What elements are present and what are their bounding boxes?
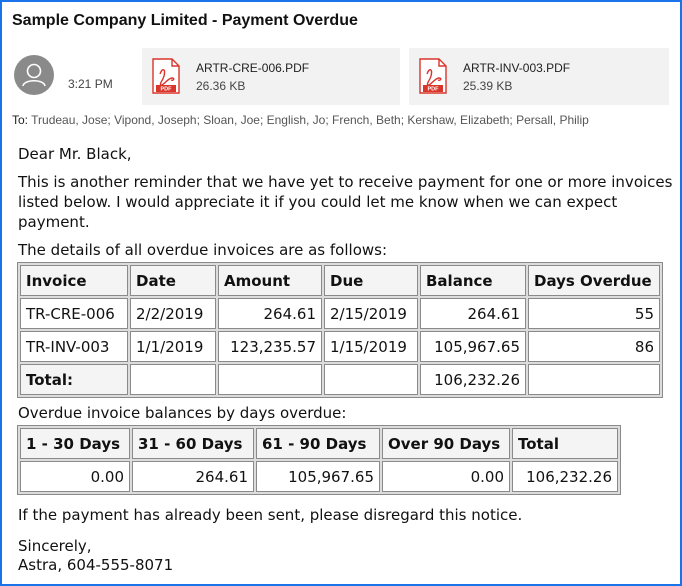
table-cell xyxy=(130,364,216,395)
column-header: Date xyxy=(130,265,216,296)
table-row: TR-INV-003 1/1/2019 123,235.57 1/15/2019… xyxy=(20,331,660,362)
table-row: 0.00 264.61 105,967.65 0.00 106,232.26 xyxy=(20,461,618,492)
table-total-row: Total: 106,232.26 xyxy=(20,364,660,395)
column-header: Days Overdue xyxy=(528,265,660,296)
avatar[interactable] xyxy=(14,55,54,95)
table-cell: 123,235.57 xyxy=(218,331,322,362)
table-cell xyxy=(324,364,418,395)
table-cell: 2/2/2019 xyxy=(130,298,216,329)
invoice-table: Invoice Date Amount Due Balance Days Ove… xyxy=(17,262,663,398)
reminder-paragraph: This is another reminder that we have ye… xyxy=(18,173,673,231)
table-cell xyxy=(218,364,322,395)
recipients-line: To: Trudeau, Jose; Vipond, Joseph; Sloan… xyxy=(12,113,589,127)
column-header: Over 90 Days xyxy=(382,428,510,459)
table-cell: 0.00 xyxy=(382,461,510,492)
email-subject: Sample Company Limited - Payment Overdue xyxy=(12,12,358,29)
table-cell: 105,967.65 xyxy=(256,461,380,492)
table-cell xyxy=(528,364,660,395)
column-header: Amount xyxy=(218,265,322,296)
attachment-1[interactable]: PDF ARTR-CRE-006.PDF 26.36 KB xyxy=(142,48,400,105)
closing-text: If the payment has already been sent, pl… xyxy=(18,506,523,524)
table-cell: 2/15/2019 xyxy=(324,298,418,329)
table-cell: TR-CRE-006 xyxy=(20,298,128,329)
pdf-icon: PDF xyxy=(419,58,447,94)
column-header: 31 - 60 Days xyxy=(132,428,254,459)
sign-off: Sincerely, xyxy=(18,537,92,555)
column-header: 61 - 90 Days xyxy=(256,428,380,459)
table-cell: 55 xyxy=(528,298,660,329)
table-cell: 264.61 xyxy=(420,298,526,329)
column-header: Total xyxy=(512,428,618,459)
total-label: Total: xyxy=(20,364,128,395)
table-cell: 1/1/2019 xyxy=(130,331,216,362)
attachment-name: ARTR-CRE-006.PDF xyxy=(196,61,310,75)
attachment-name: ARTR-INV-003.PDF xyxy=(463,61,571,75)
column-header: Due xyxy=(324,265,418,296)
email-window: Sample Company Limited - Payment Overdue… xyxy=(0,0,682,586)
attachment-2[interactable]: PDF ARTR-INV-003.PDF 25.39 KB xyxy=(409,48,669,105)
column-header: Balance xyxy=(420,265,526,296)
signature: Astra, 604-555-8071 xyxy=(18,556,174,574)
column-header: Invoice xyxy=(20,265,128,296)
table-header-row: Invoice Date Amount Due Balance Days Ove… xyxy=(20,265,660,296)
sent-time: 3:21 PM xyxy=(68,77,113,91)
table-cell: 1/15/2019 xyxy=(324,331,418,362)
to-label: To: xyxy=(12,113,29,127)
recipients[interactable]: Trudeau, Jose; Vipond, Joseph; Sloan, Jo… xyxy=(31,113,589,127)
pdf-icon: PDF xyxy=(152,58,180,94)
table-cell: 264.61 xyxy=(132,461,254,492)
svg-text:PDF: PDF xyxy=(428,87,440,93)
svg-text:PDF: PDF xyxy=(161,87,173,93)
details-label: The details of all overdue invoices are … xyxy=(18,241,388,259)
table-cell: 106,232.26 xyxy=(512,461,618,492)
column-header: 1 - 30 Days xyxy=(20,428,130,459)
total-balance: 106,232.26 xyxy=(420,364,526,395)
table-header-row: 1 - 30 Days 31 - 60 Days 61 - 90 Days Ov… xyxy=(20,428,618,459)
aging-label: Overdue invoice balances by days overdue… xyxy=(18,404,347,422)
table-cell: TR-INV-003 xyxy=(20,331,128,362)
table-cell: 264.61 xyxy=(218,298,322,329)
aging-table: 1 - 30 Days 31 - 60 Days 61 - 90 Days Ov… xyxy=(17,425,621,495)
table-cell: 0.00 xyxy=(20,461,130,492)
table-cell: 105,967.65 xyxy=(420,331,526,362)
table-cell: 86 xyxy=(528,331,660,362)
person-icon xyxy=(22,63,46,87)
greeting: Dear Mr. Black, xyxy=(18,145,132,163)
attachment-size: 25.39 KB xyxy=(463,79,513,93)
attachment-size: 26.36 KB xyxy=(196,79,246,93)
table-row: TR-CRE-006 2/2/2019 264.61 2/15/2019 264… xyxy=(20,298,660,329)
